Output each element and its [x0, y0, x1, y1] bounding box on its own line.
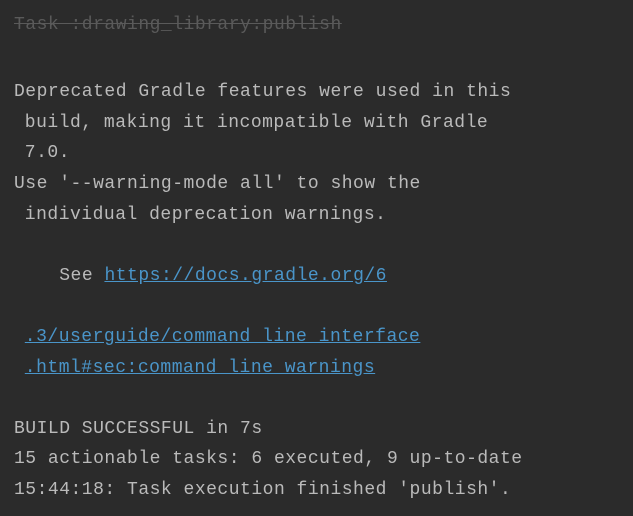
deprecation-warning-line: Deprecated Gradle features were used in … — [14, 77, 619, 108]
blank-line — [14, 383, 619, 414]
blank-line — [14, 47, 619, 78]
gradle-docs-link-continuation[interactable]: .html#sec:command_line_warnings — [14, 353, 619, 384]
gradle-docs-link-continuation[interactable]: .3/userguide/command_line_interface — [14, 322, 619, 353]
build-status-line: BUILD SUCCESSFUL in 7s — [14, 414, 619, 445]
gradle-docs-link[interactable]: https://docs.gradle.org/6 — [104, 266, 387, 286]
tasks-summary-line: 15 actionable tasks: 6 executed, 9 up-to… — [14, 444, 619, 475]
see-docs-line: See https://docs.gradle.org/6 — [14, 230, 619, 322]
deprecation-warning-line: build, making it incompatible with Gradl… — [14, 108, 619, 139]
console-output: Task :drawing_library:publish Deprecated… — [0, 0, 633, 516]
warning-mode-line: individual deprecation warnings. — [14, 200, 619, 231]
execution-finished-line: 15:44:18: Task execution finished 'publi… — [14, 475, 619, 506]
truncated-task-line: Task :drawing_library:publish — [14, 10, 619, 41]
see-prefix: See — [59, 266, 104, 286]
warning-mode-line: Use '--warning-mode all' to show the — [14, 169, 619, 200]
deprecation-warning-line: 7.0. — [14, 138, 619, 169]
